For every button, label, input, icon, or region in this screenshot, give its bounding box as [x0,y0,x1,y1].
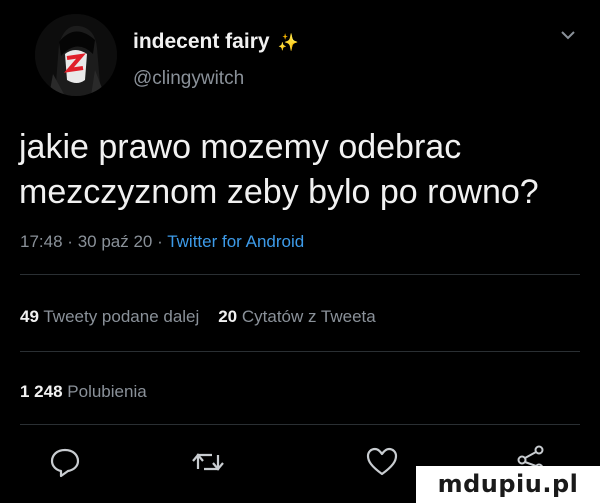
tweet-stats: 49 Tweety podane dalej 20 Cytatów z Twee… [20,307,376,327]
retweets-count: 49 [20,307,39,326]
tweet-time: 17:48 [20,232,63,251]
retweet-icon[interactable] [191,445,225,479]
like-icon[interactable] [365,445,399,479]
divider [20,274,580,275]
reply-icon[interactable] [48,445,82,479]
avatar-image [35,14,117,96]
meta-separator: · [157,232,163,251]
sparkle-icon: ✨ [277,32,299,52]
divider [20,351,580,352]
tweet-meta: 17:48 · 30 paź 20 · Twitter for Android [20,232,304,252]
quotes-count: 20 [218,307,238,326]
meta-separator: · [67,232,73,251]
tweet-client-link[interactable]: Twitter for Android [167,232,304,251]
likes-stat[interactable]: 1 248 Polubienia [20,382,147,402]
quotes-label: Cytatów z Tweeta [241,307,376,326]
user-handle[interactable]: @clingywitch [133,68,244,90]
likes-label: Polubienia [67,382,147,401]
watermark: mdupiu.pl [416,466,600,503]
display-name[interactable]: indecent fairy ✨ [133,30,299,54]
chevron-down-icon[interactable] [560,30,576,40]
avatar[interactable] [35,14,117,96]
retweets-label: Tweety podane dalej [43,307,200,326]
divider [20,424,580,425]
retweets-stat[interactable]: 49 Tweety podane dalej [20,307,204,326]
likes-count: 1 248 [20,382,63,401]
tweet-text: jakie prawo mozemy odebrac mezczyznom ze… [19,128,539,211]
quotes-stat[interactable]: 20 Cytatów z Tweeta [218,307,376,326]
display-name-text: indecent fairy [133,30,270,53]
tweet-date: 30 paź 20 [77,232,153,251]
